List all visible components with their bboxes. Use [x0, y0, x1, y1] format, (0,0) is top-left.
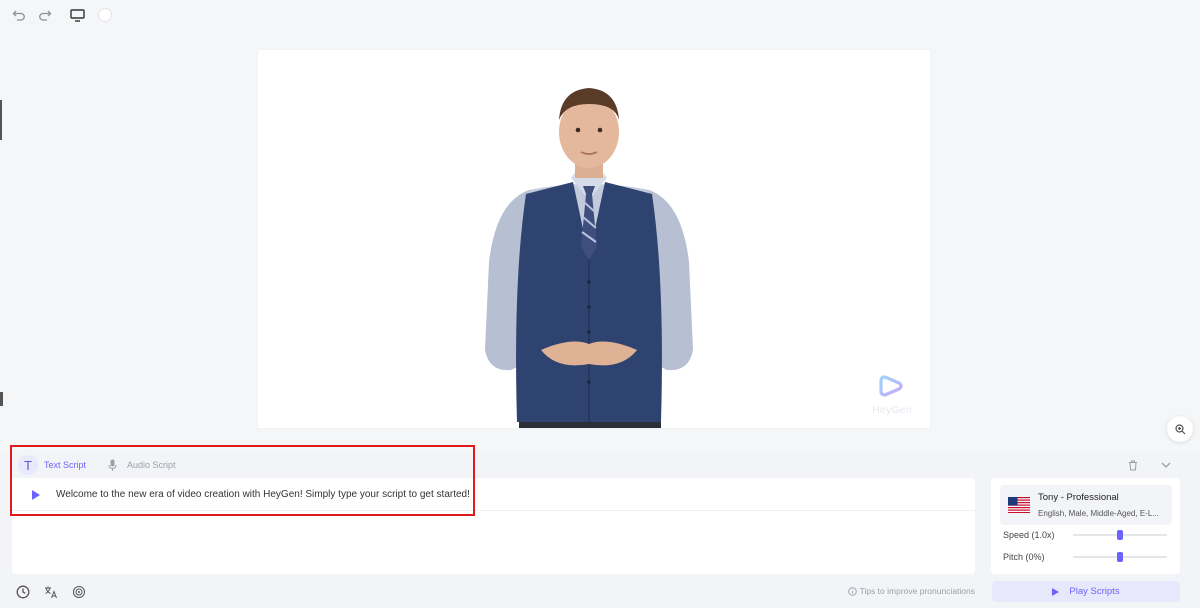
- voice-name: Tony - Professional: [1038, 492, 1119, 503]
- trash-icon[interactable]: [1128, 458, 1138, 476]
- info-icon: [847, 586, 857, 596]
- tips-link[interactable]: Tips to improve pronunciations: [847, 586, 975, 596]
- speed-slider[interactable]: [1073, 530, 1167, 540]
- redo-icon[interactable]: [34, 4, 56, 26]
- tab-audio-script-label: Audio Script: [127, 460, 176, 470]
- microphone-icon: [108, 459, 117, 471]
- tab-audio-script[interactable]: Audio Script: [108, 459, 176, 472]
- play-icon: [1052, 587, 1060, 596]
- script-line[interactable]: Welcome to the new era of video creation…: [32, 489, 470, 500]
- play-line-icon[interactable]: [32, 489, 40, 500]
- tab-text-script-label: Text Script: [44, 460, 87, 470]
- chevron-down-icon[interactable]: [1160, 458, 1172, 476]
- play-scripts-label: Play Scripts: [1069, 586, 1120, 597]
- script-divider: [12, 510, 975, 511]
- tab-text-script[interactable]: T Text Script: [18, 455, 86, 475]
- zoom-in-button[interactable]: [1167, 416, 1193, 442]
- voice-description: English, Male, Middle-Aged, E-L...: [1038, 509, 1159, 518]
- pitch-slider[interactable]: [1073, 552, 1167, 562]
- ai-assistant-icon[interactable]: [71, 584, 86, 599]
- top-toolbar: [0, 0, 1200, 30]
- us-flag-icon: [1008, 497, 1030, 513]
- play-scripts-button[interactable]: Play Scripts: [992, 581, 1180, 602]
- heygen-watermark: HeyGen: [872, 371, 912, 416]
- monitor-icon[interactable]: [66, 4, 88, 26]
- undo-icon[interactable]: [8, 4, 30, 26]
- left-edge-marker: [0, 392, 3, 406]
- tips-label: Tips to improve pronunciations: [859, 586, 975, 596]
- zoom-in-icon: [1174, 423, 1185, 434]
- script-tabs: T Text Script Audio Script: [18, 455, 176, 475]
- speed-slider-row: Speed (1.0x): [1003, 530, 1167, 540]
- heygen-logo-icon: [879, 375, 903, 397]
- pitch-label: Pitch (0%): [1003, 552, 1045, 562]
- heygen-brand-text: HeyGen: [872, 405, 912, 416]
- pitch-slider-row: Pitch (0%): [1003, 552, 1167, 562]
- translate-icon[interactable]: [43, 584, 58, 599]
- video-canvas[interactable]: HeyGen: [258, 50, 930, 428]
- left-edge-handle[interactable]: [0, 100, 2, 140]
- avatar-presenter[interactable]: [471, 82, 707, 428]
- editor-bottom-tools: [15, 584, 86, 599]
- script-text[interactable]: Welcome to the new era of video creation…: [56, 489, 470, 500]
- color-swatch-button[interactable]: [98, 8, 112, 22]
- text-icon: T: [18, 455, 38, 475]
- history-clock-icon[interactable]: [15, 584, 30, 599]
- pitch-slider-thumb[interactable]: [1117, 552, 1123, 562]
- speed-slider-thumb[interactable]: [1117, 530, 1123, 540]
- speed-label: Speed (1.0x): [1003, 530, 1055, 540]
